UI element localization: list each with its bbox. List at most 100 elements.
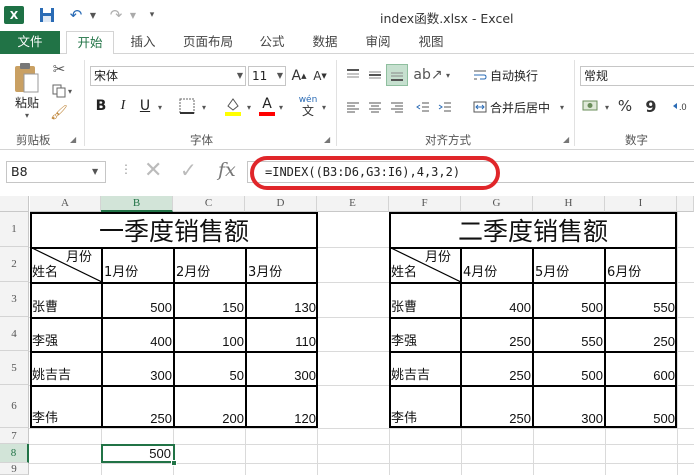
- font-color-icon[interactable]: A: [258, 94, 276, 118]
- fill-handle[interactable]: [171, 460, 177, 466]
- column-header[interactable]: D: [245, 196, 317, 212]
- align-center-icon[interactable]: [366, 98, 384, 116]
- grow-font-button[interactable]: A ▲: [292, 66, 307, 86]
- row-header[interactable]: 5: [0, 351, 29, 385]
- value-cell: 550: [581, 334, 603, 349]
- selected-cell-b8[interactable]: 500: [101, 444, 175, 463]
- table-title: 二季度销售额: [457, 216, 608, 246]
- undo-icon[interactable]: ↶: [68, 6, 84, 24]
- column-header[interactable]: I: [605, 196, 677, 212]
- diag-header-bottom: 姓名: [32, 265, 59, 280]
- row-header[interactable]: 3: [0, 282, 29, 317]
- diag-header-bottom: 姓名: [391, 265, 418, 280]
- save-icon[interactable]: [38, 6, 56, 24]
- format-painter-icon[interactable]: 🖌: [50, 104, 68, 122]
- name-cell: 张曹: [391, 300, 418, 315]
- shrink-font-button[interactable]: A ▼: [313, 66, 327, 86]
- font-size-select[interactable]: 11 ▼: [248, 66, 286, 86]
- redo-icon[interactable]: ↷: [108, 6, 124, 24]
- currency-icon[interactable]: [580, 96, 602, 116]
- cancel-icon[interactable]: ✕: [144, 158, 162, 183]
- number-format-select[interactable]: 常规: [580, 66, 694, 86]
- group-separator: [84, 60, 85, 146]
- decrease-indent-icon[interactable]: [414, 98, 432, 116]
- fill-color-dropdown-icon[interactable]: ▾: [245, 100, 253, 114]
- orientation-dropdown-icon[interactable]: ▾: [444, 68, 452, 82]
- borders-dropdown-icon[interactable]: ▾: [200, 100, 208, 114]
- italic-button[interactable]: I: [114, 96, 132, 116]
- merge-center-icon[interactable]: [472, 98, 488, 116]
- phonetic-icon[interactable]: wén 文: [296, 94, 320, 118]
- row-header[interactable]: 7: [0, 428, 29, 444]
- bold-button[interactable]: B: [92, 96, 110, 116]
- wrap-text-icon[interactable]: [472, 66, 488, 84]
- tab-review[interactable]: 审阅: [362, 31, 394, 54]
- column-header[interactable]: A: [30, 196, 101, 212]
- cut-icon[interactable]: ✂: [50, 60, 68, 78]
- row-header[interactable]: 9: [0, 463, 29, 475]
- column-header[interactable]: F: [389, 196, 461, 212]
- name-box-dropdown-icon[interactable]: ▼: [92, 167, 98, 176]
- column-header[interactable]: C: [173, 196, 245, 212]
- align-middle-icon[interactable]: [366, 66, 384, 84]
- phonetic-dropdown-icon[interactable]: ▾: [320, 100, 328, 114]
- formula-bar-grip-icon[interactable]: ⋮: [120, 162, 132, 176]
- orientation-icon[interactable]: ab↗: [413, 66, 442, 84]
- tab-data[interactable]: 数据: [309, 31, 341, 54]
- tab-view[interactable]: 视图: [415, 31, 447, 54]
- diag-header-top: 月份: [66, 250, 93, 265]
- increase-indent-icon[interactable]: [436, 98, 454, 116]
- row-header[interactable]: 1: [0, 212, 29, 247]
- copy-dropdown-icon[interactable]: ▾: [66, 84, 74, 98]
- underline-button[interactable]: U: [136, 96, 154, 116]
- tab-insert[interactable]: 插入: [127, 31, 159, 54]
- borders-icon[interactable]: [176, 96, 198, 116]
- enter-icon[interactable]: ✓: [180, 158, 197, 182]
- align-bottom-icon[interactable]: [386, 64, 408, 86]
- font-color-dropdown-icon[interactable]: ▾: [277, 100, 285, 114]
- row-header[interactable]: 2: [0, 247, 29, 282]
- wrap-text-button[interactable]: 自动换行: [490, 66, 542, 84]
- column-header[interactable]: E: [317, 196, 389, 212]
- alignment-launcher-icon[interactable]: ◢: [563, 135, 569, 144]
- value-cell: 120: [294, 411, 316, 426]
- percent-button[interactable]: %: [616, 96, 634, 116]
- insert-function-icon[interactable]: fx: [218, 159, 236, 181]
- font-launcher-icon[interactable]: ◢: [324, 135, 330, 144]
- value-cell: 600: [653, 368, 675, 383]
- row-header[interactable]: 8: [0, 444, 29, 463]
- tab-page-layout[interactable]: 页面布局: [180, 31, 236, 54]
- clipboard-launcher-icon[interactable]: ◢: [70, 135, 76, 144]
- column-header[interactable]: B: [101, 196, 173, 212]
- name-box[interactable]: B8: [6, 161, 106, 183]
- font-name-select[interactable]: 宋体 ▼: [90, 66, 246, 86]
- align-left-icon[interactable]: [344, 98, 362, 116]
- row-header[interactable]: 4: [0, 317, 29, 351]
- currency-dropdown-icon[interactable]: ▾: [603, 100, 611, 114]
- undo-dropdown-icon[interactable]: ▼: [88, 6, 98, 24]
- column-header[interactable]: [677, 196, 694, 212]
- tab-file[interactable]: 文件: [0, 31, 60, 54]
- tab-home[interactable]: 开始: [66, 31, 114, 55]
- gridline: [29, 463, 694, 464]
- align-right-icon[interactable]: [388, 98, 406, 116]
- column-header[interactable]: G: [461, 196, 533, 212]
- paste-icon[interactable]: [10, 60, 42, 96]
- fill-color-icon[interactable]: [222, 94, 244, 118]
- worksheet-grid[interactable]: A B C D E F G H I 1 2 3 4 5 6 7 8 9 一季度销…: [0, 196, 694, 475]
- merge-dropdown-icon[interactable]: ▾: [558, 100, 566, 114]
- align-top-icon[interactable]: [344, 66, 362, 84]
- paste-dropdown-icon[interactable]: ▾: [22, 110, 32, 120]
- redo-dropdown-icon[interactable]: ▼: [128, 6, 138, 24]
- underline-dropdown-icon[interactable]: ▾: [156, 100, 164, 114]
- comma-style-button[interactable]: 9: [644, 96, 658, 116]
- row-header[interactable]: 6: [0, 385, 29, 428]
- column-header[interactable]: H: [533, 196, 605, 212]
- select-all-corner[interactable]: [0, 196, 29, 212]
- value-cell: 110: [295, 334, 316, 349]
- tab-formulas[interactable]: 公式: [256, 31, 288, 54]
- merge-center-button[interactable]: 合并后居中: [490, 98, 554, 116]
- increase-decimal-icon[interactable]: .0: [670, 96, 692, 116]
- paste-button[interactable]: 粘贴: [12, 94, 42, 110]
- customize-qat-icon[interactable]: ▾: [147, 6, 157, 24]
